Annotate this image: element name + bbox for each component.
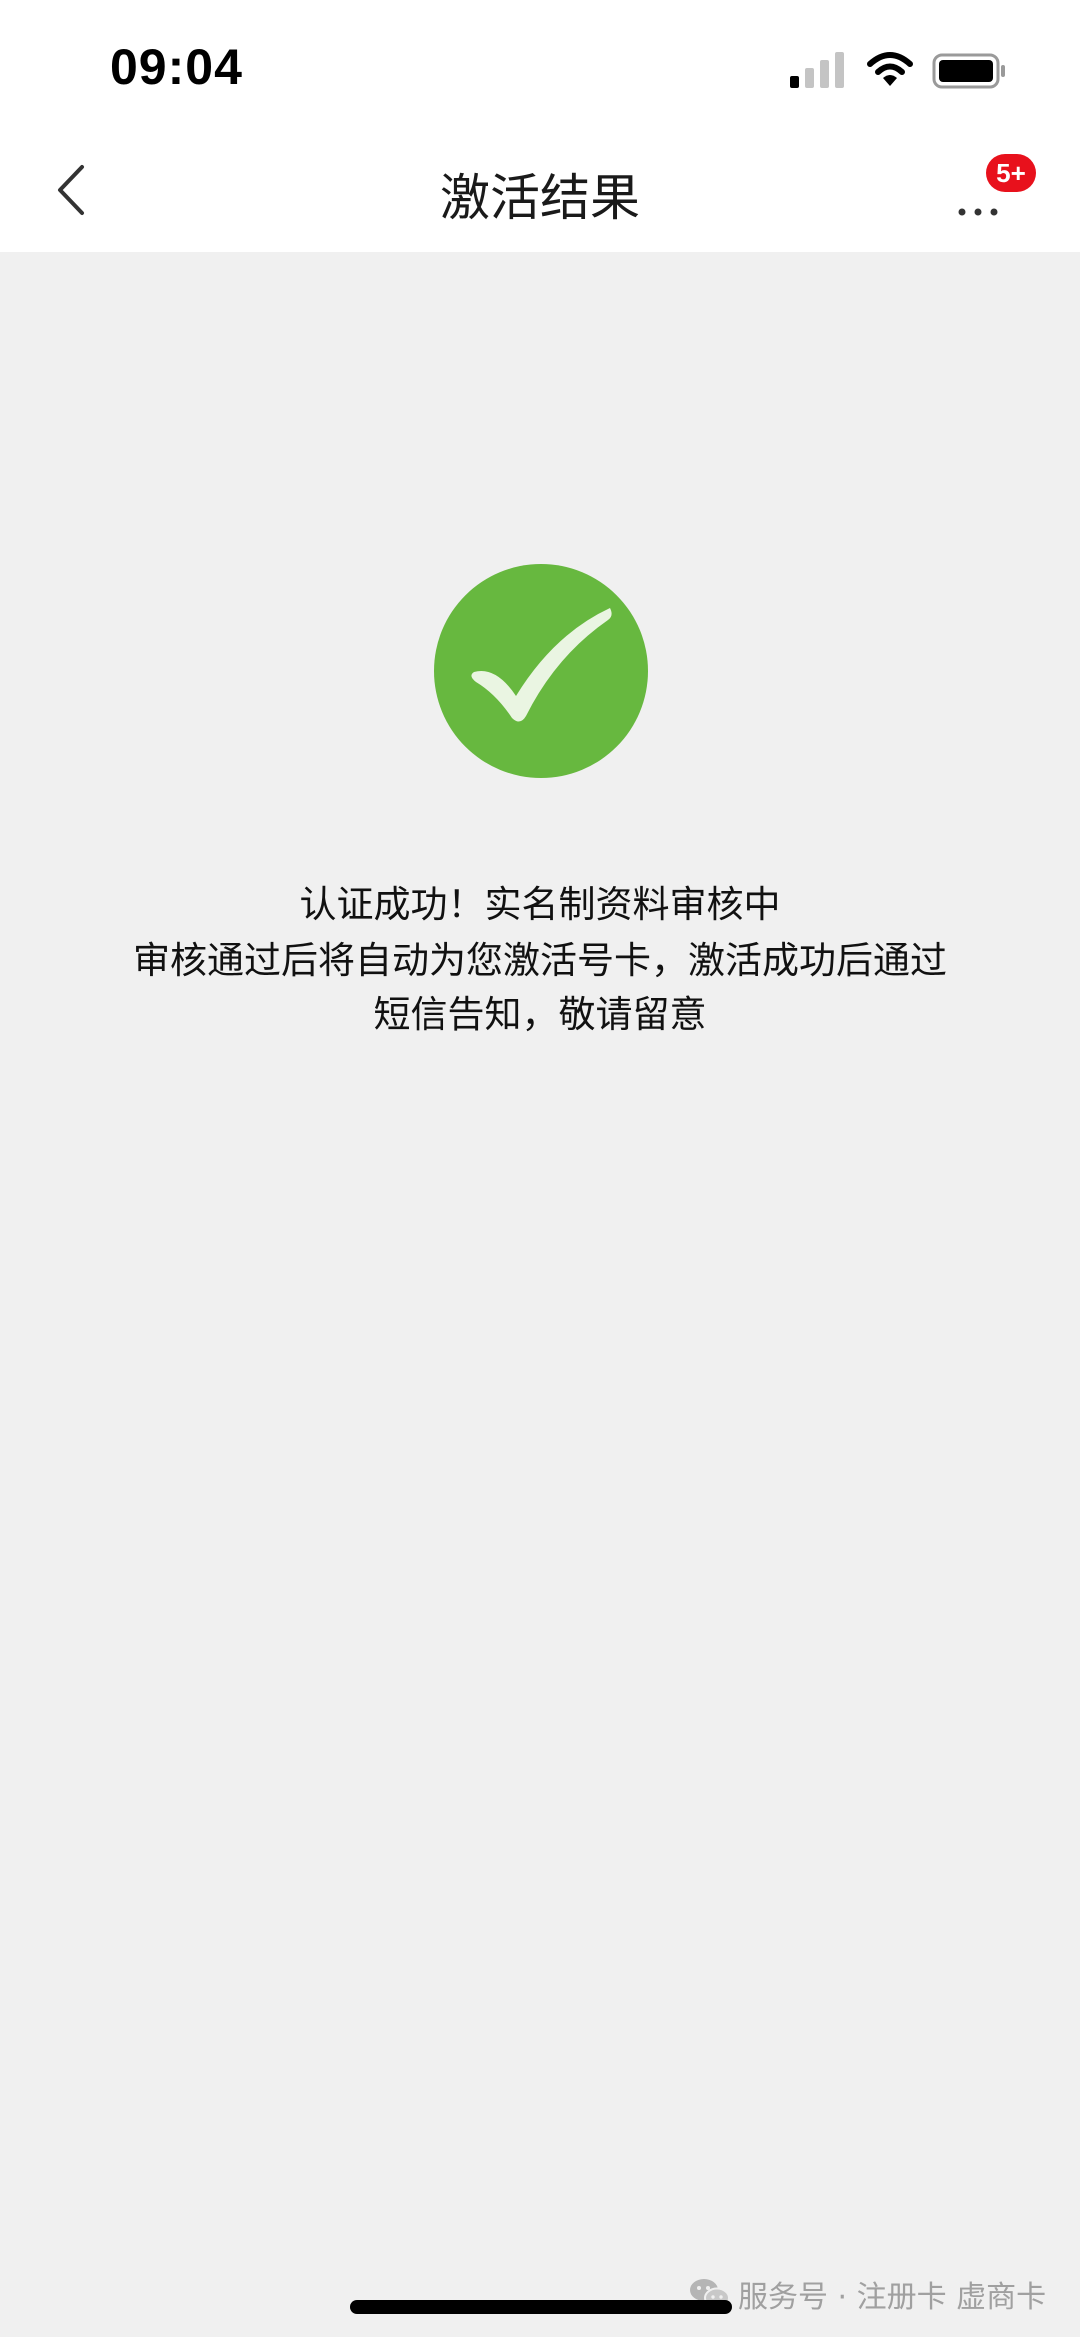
home-indicator[interactable]	[350, 2300, 732, 2314]
status-time: 09:04	[110, 39, 243, 95]
result-description-line: 审核通过后将自动为您激活号卡，激活成功后通过	[133, 939, 947, 982]
battery-icon	[932, 53, 1005, 89]
watermark-text: 服务号 · 注册卡 虚商卡	[738, 2280, 1047, 2315]
nav-bar: 激活结果 5+	[0, 130, 1080, 252]
back-button[interactable]	[40, 150, 110, 230]
cellular-signal-icon	[790, 52, 844, 88]
result-description-line: 短信告知，敬请留意	[373, 993, 707, 1036]
result-content: 认证成功！实名制资料审核中 审核通过后将自动为您激活号卡，激活成功后通过 短信告…	[0, 252, 1080, 2337]
more-dots-icon	[958, 208, 998, 216]
more-button[interactable]: 5+	[944, 154, 1044, 234]
watermark: 服务号 · 注册卡 虚商卡	[688, 2272, 1046, 2316]
chevron-left-icon	[58, 165, 84, 215]
status-bar: 09:04	[0, 0, 1080, 130]
result-title: 认证成功！实名制资料审核中	[299, 883, 781, 926]
notification-badge: 5+	[986, 154, 1036, 192]
page-title: 激活结果	[440, 169, 640, 227]
check-circle-icon	[434, 564, 648, 778]
wifi-icon	[867, 52, 913, 86]
